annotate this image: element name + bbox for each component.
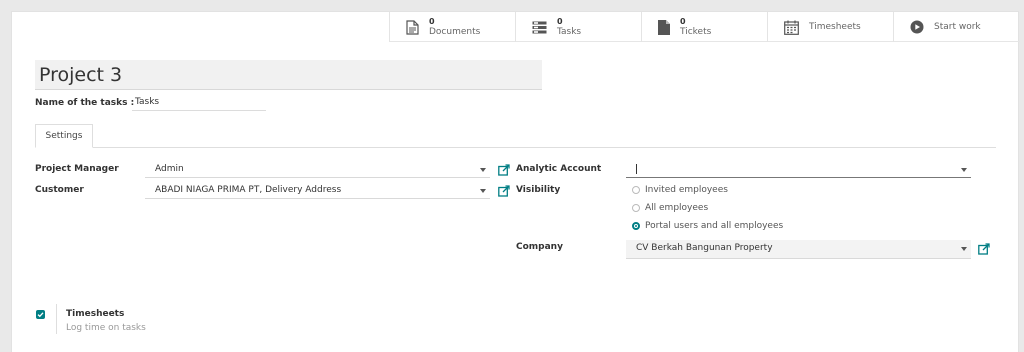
visibility-option-label: Invited employees	[645, 185, 728, 195]
start-work-button[interactable]: Start work	[893, 12, 1019, 42]
visibility-option-all-employees[interactable]: All employees	[632, 203, 708, 213]
chevron-down-icon	[480, 168, 486, 172]
project-name-input[interactable]: Project 3	[35, 60, 542, 90]
timesheets-description: Log time on tasks	[66, 323, 146, 333]
timesheets-title: Timesheets	[66, 309, 125, 319]
timesheets-button[interactable]: Timesheets	[767, 12, 893, 42]
analytic-account-select[interactable]	[626, 161, 971, 178]
tickets-button[interactable]: 0 Tickets	[641, 12, 767, 42]
form-sheet: 0 Documents 0 Tasks 0 Tickets Timesheets…	[11, 11, 1020, 352]
documents-button[interactable]: 0 Documents	[389, 12, 515, 42]
document-icon	[406, 19, 419, 35]
visibility-option-label: Portal users and all employees	[645, 221, 784, 231]
documents-count: 0	[429, 17, 435, 26]
tasks-name-label: Name of the tasks :	[35, 98, 135, 108]
divider	[56, 304, 57, 334]
tasks-label: Tasks	[557, 27, 582, 37]
visibility-option-portal[interactable]: Portal users and all employees	[632, 221, 783, 231]
chevron-down-icon	[480, 189, 486, 193]
ticket-icon	[658, 19, 670, 35]
visibility-option-invited[interactable]: Invited employees	[632, 185, 728, 195]
tasks-button[interactable]: 0 Tasks	[515, 12, 641, 42]
external-link-icon[interactable]	[978, 243, 990, 255]
calendar-icon	[784, 20, 799, 35]
customer-label: Customer	[35, 185, 84, 195]
customer-select[interactable]: ABADI NIAGA PRIMA PT, Delivery Address	[145, 182, 490, 199]
radio-button-selected[interactable]	[632, 222, 640, 230]
tab-settings[interactable]: Settings	[35, 124, 93, 148]
tickets-label: Tickets	[680, 27, 712, 37]
visibility-option-label: All employees	[645, 203, 709, 213]
tasks-name-input[interactable]: Tasks	[132, 96, 266, 111]
chevron-down-icon	[961, 168, 967, 172]
project-manager-label: Project Manager	[35, 164, 119, 174]
checkmark-icon	[37, 312, 44, 318]
analytic-account-value	[636, 164, 638, 174]
company-select[interactable]: CV Berkah Bangunan Property	[626, 240, 971, 259]
analytic-account-label: Analytic Account	[516, 164, 602, 174]
timesheets-label: Timesheets	[809, 22, 861, 32]
external-link-icon[interactable]	[498, 185, 510, 197]
company-label: Company	[516, 242, 563, 252]
tasks-icon	[532, 21, 547, 33]
project-manager-value: Admin	[155, 164, 184, 174]
project-manager-select[interactable]: Admin	[145, 161, 490, 178]
company-value: CV Berkah Bangunan Property	[636, 243, 773, 253]
external-link-icon[interactable]	[498, 164, 510, 176]
tab-divider	[35, 147, 996, 148]
play-icon	[910, 20, 924, 34]
tasks-count: 0	[557, 17, 563, 26]
visibility-label: Visibility	[516, 185, 561, 195]
tickets-count: 0	[680, 17, 686, 26]
radio-button[interactable]	[632, 186, 640, 194]
chevron-down-icon	[961, 247, 967, 251]
radio-button[interactable]	[632, 204, 640, 212]
documents-label: Documents	[429, 27, 481, 37]
smart-button-bar: 0 Documents 0 Tasks 0 Tickets Timesheets…	[389, 12, 1020, 42]
timesheets-checkbox[interactable]	[36, 310, 45, 319]
customer-value: ABADI NIAGA PRIMA PT, Delivery Address	[155, 185, 342, 195]
start-work-label: Start work	[934, 22, 981, 32]
